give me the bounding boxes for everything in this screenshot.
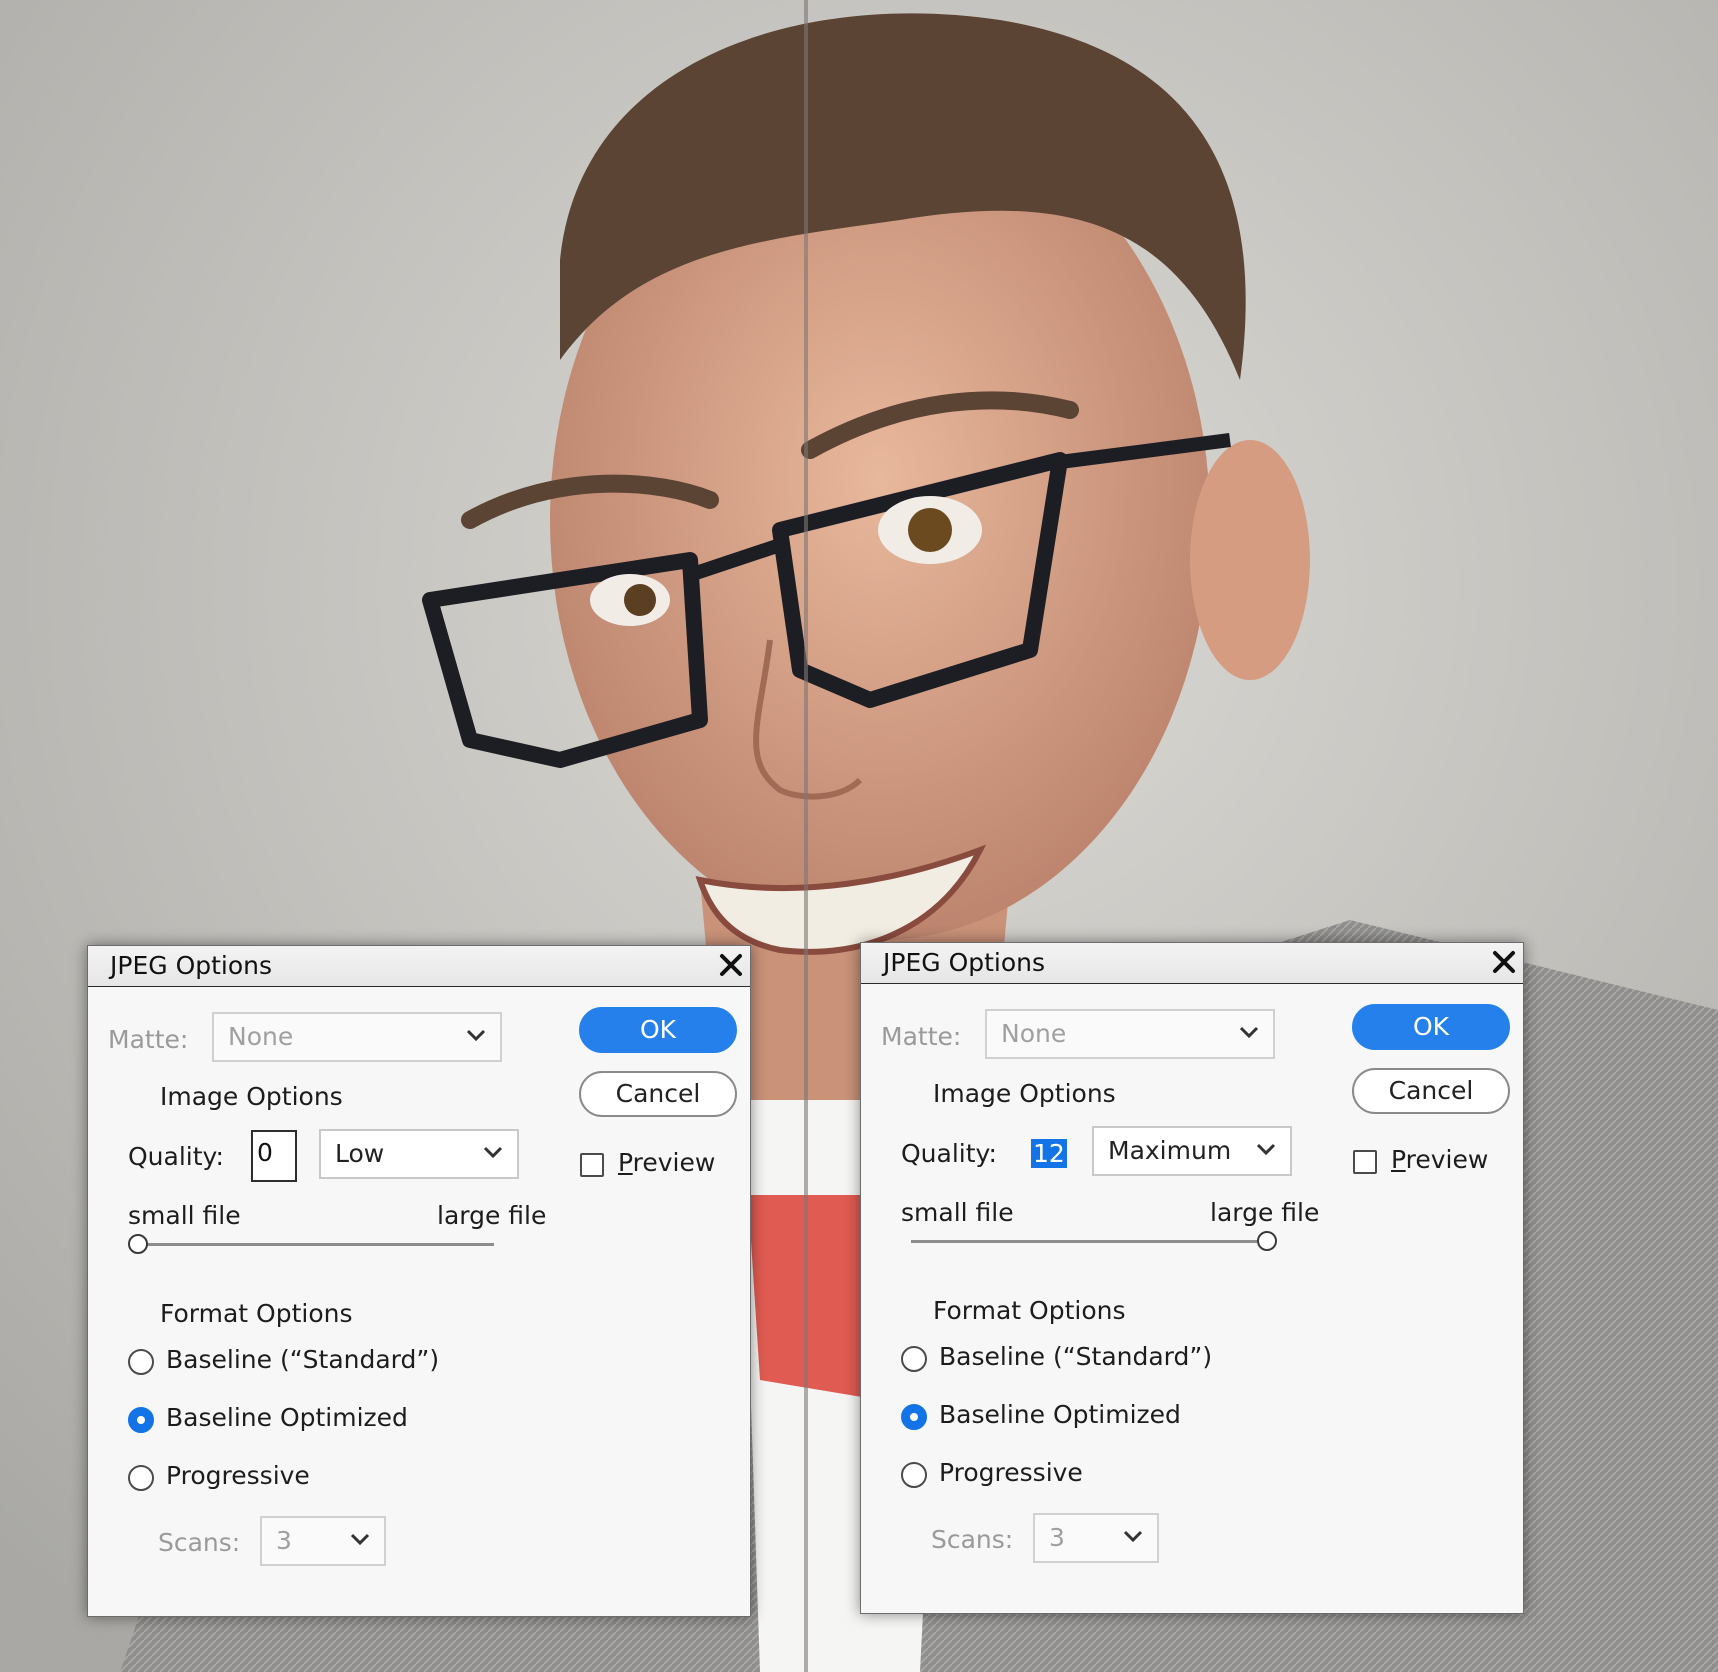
quality-label: Quality: <box>901 1139 997 1168</box>
chevron-down-icon <box>350 1533 370 1546</box>
preview-label: Preview <box>618 1148 716 1177</box>
preview-checkbox[interactable] <box>580 1153 604 1177</box>
preview-checkbox[interactable] <box>1353 1150 1377 1174</box>
baseline-optimized-label: Baseline Optimized <box>166 1403 408 1432</box>
small-file-label: small file <box>901 1198 1014 1227</box>
chevron-down-icon <box>1123 1530 1143 1543</box>
progressive-radio[interactable] <box>128 1465 154 1491</box>
matte-label: Matte: <box>881 1022 962 1051</box>
baseline-optimized-label: Baseline Optimized <box>939 1400 1181 1429</box>
quality-preset-select[interactable]: Low <box>319 1129 519 1179</box>
matte-select[interactable]: None <box>985 1009 1275 1059</box>
jpeg-options-dialog: JPEG Options Matte: None OK Cancel Previ… <box>87 945 751 1617</box>
ok-button[interactable]: OK <box>1352 1004 1510 1050</box>
quality-input[interactable]: 0 <box>251 1130 297 1182</box>
baseline-standard-label: Baseline (“Standard”) <box>939 1342 1213 1371</box>
quality-slider-track[interactable] <box>138 1243 494 1246</box>
progressive-radio[interactable] <box>901 1462 927 1488</box>
quality-preset-value: Maximum <box>1108 1136 1232 1165</box>
quality-preset-select[interactable]: Maximum <box>1092 1126 1292 1176</box>
jpeg-options-dialog: JPEG Options Matte: None OK Cancel Previ… <box>860 942 1524 1614</box>
quality-value: 0 <box>257 1138 273 1167</box>
dialog-titlebar[interactable]: JPEG Options <box>88 946 750 987</box>
format-options-heading: Format Options <box>160 1299 353 1328</box>
ok-button[interactable]: OK <box>579 1007 737 1053</box>
scans-value: 3 <box>1049 1523 1065 1552</box>
close-icon[interactable] <box>718 952 744 978</box>
baseline-standard-label: Baseline (“Standard”) <box>166 1345 440 1374</box>
chevron-down-icon <box>1239 1026 1259 1039</box>
baseline-standard-radio[interactable] <box>901 1346 927 1372</box>
cancel-button[interactable]: Cancel <box>1352 1068 1510 1114</box>
matte-value: None <box>1001 1019 1067 1048</box>
matte-value: None <box>228 1022 294 1051</box>
baseline-optimized-radio[interactable] <box>901 1404 927 1430</box>
quality-label: Quality: <box>128 1142 224 1171</box>
chevron-down-icon <box>1256 1143 1276 1156</box>
scans-select[interactable]: 3 <box>1033 1513 1159 1563</box>
image-options-heading: Image Options <box>933 1079 1116 1108</box>
progressive-label: Progressive <box>166 1461 310 1490</box>
quality-slider-track[interactable] <box>911 1240 1267 1243</box>
dialog-title: JPEG Options <box>883 948 1046 977</box>
large-file-label: large file <box>1210 1198 1320 1227</box>
matte-label: Matte: <box>108 1025 189 1054</box>
close-icon[interactable] <box>1491 949 1517 975</box>
large-file-label: large file <box>437 1201 547 1230</box>
cancel-button[interactable]: Cancel <box>579 1071 737 1117</box>
scans-label: Scans: <box>158 1528 241 1557</box>
baseline-optimized-radio[interactable] <box>128 1407 154 1433</box>
scans-value: 3 <box>276 1526 292 1555</box>
small-file-label: small file <box>128 1201 241 1230</box>
baseline-standard-radio[interactable] <box>128 1349 154 1375</box>
format-options-heading: Format Options <box>933 1296 1126 1325</box>
quality-preset-value: Low <box>335 1139 385 1168</box>
image-options-heading: Image Options <box>160 1082 343 1111</box>
scans-label: Scans: <box>931 1525 1014 1554</box>
matte-select[interactable]: None <box>212 1012 502 1062</box>
quality-slider-thumb[interactable] <box>128 1234 148 1254</box>
dialog-title: JPEG Options <box>110 951 273 980</box>
quality-input[interactable]: 12 <box>1029 1131 1075 1183</box>
chevron-down-icon <box>483 1146 503 1159</box>
quality-slider-thumb[interactable] <box>1257 1231 1277 1251</box>
dialog-titlebar[interactable]: JPEG Options <box>861 943 1523 984</box>
progressive-label: Progressive <box>939 1458 1083 1487</box>
chevron-down-icon <box>466 1029 486 1042</box>
scans-select[interactable]: 3 <box>260 1516 386 1566</box>
quality-value: 12 <box>1031 1139 1067 1168</box>
preview-label: Preview <box>1391 1145 1489 1174</box>
